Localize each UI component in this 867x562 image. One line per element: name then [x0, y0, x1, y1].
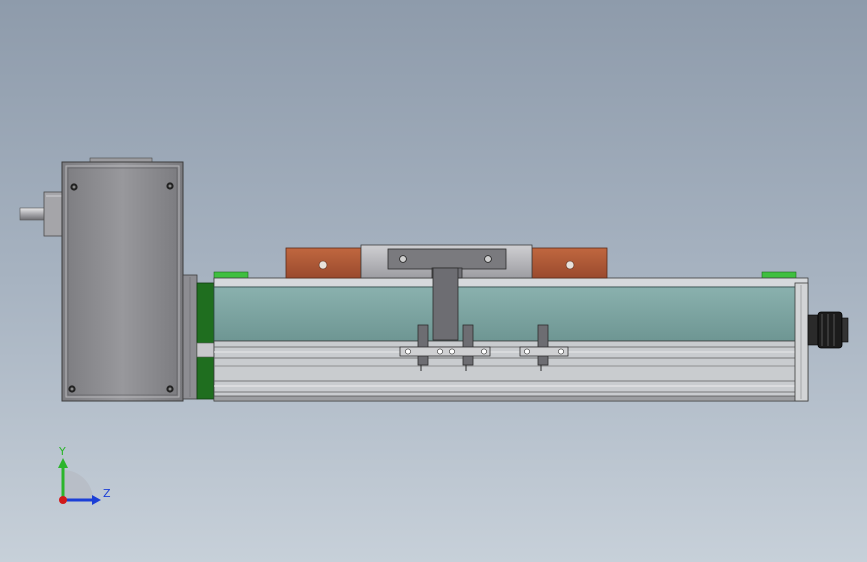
- linear-module[interactable]: [196, 271, 809, 402]
- y-axis-label: Y: [58, 445, 66, 458]
- screw-icon: [484, 255, 492, 263]
- carriage-bracket-stem: [432, 267, 459, 341]
- motor-shaft-collar: [43, 191, 65, 237]
- hole-icon: [565, 260, 575, 270]
- screw-icon: [399, 255, 407, 263]
- end-cap-left: [196, 282, 215, 400]
- hole-icon: [318, 260, 328, 270]
- rail-cover: [213, 286, 809, 342]
- end-cap-right: [794, 282, 809, 402]
- rail-top-edge: [213, 277, 809, 288]
- sensor-mount-brackets: [399, 346, 569, 357]
- z-axis-label: Z: [103, 487, 111, 500]
- origin-icon: [59, 496, 67, 504]
- cable-connector[interactable]: [807, 311, 849, 349]
- motor-housing: [61, 161, 184, 402]
- cad-viewport[interactable]: Y Z: [0, 0, 867, 562]
- motor-shaft: [19, 207, 47, 221]
